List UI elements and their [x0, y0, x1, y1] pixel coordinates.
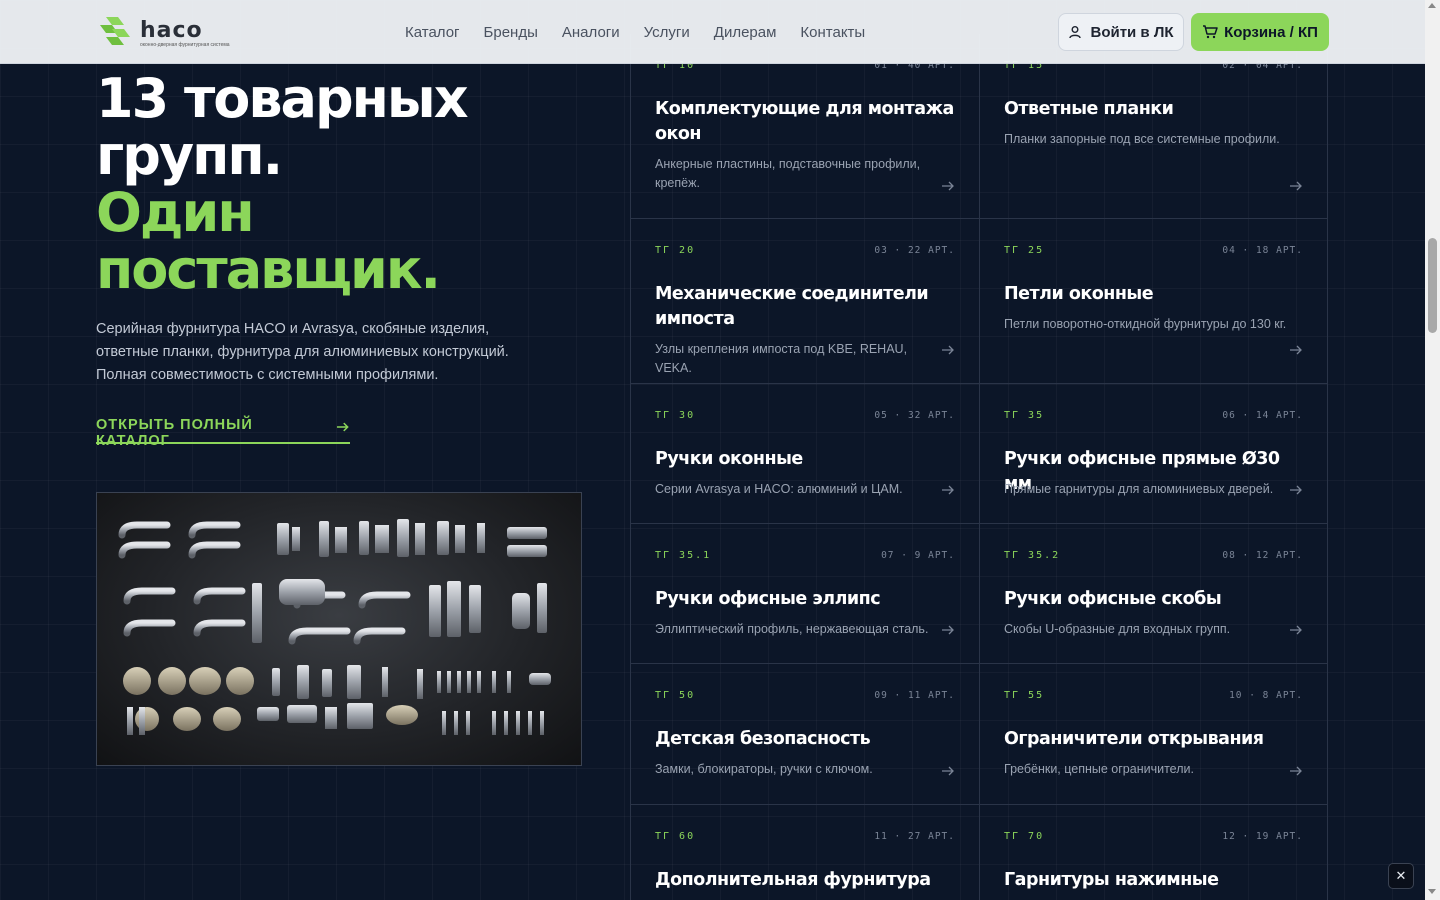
product-description: Планки запорные под все системные профил…: [1004, 132, 1280, 146]
login-label: Войти в ЛК: [1090, 23, 1174, 41]
logo-icon: [100, 17, 130, 45]
cart-button[interactable]: Корзина / КП: [1191, 13, 1329, 51]
page-scrollbar[interactable]: [1425, 0, 1440, 900]
product-code: ТГ 60: [655, 831, 696, 842]
product-code: ТГ 50: [655, 690, 696, 701]
product-title: Комплектующие для монтажа окон: [655, 99, 954, 144]
product-code: ТГ 20: [655, 245, 696, 256]
product-meta: 06 · 14 АРТ.: [1222, 410, 1303, 421]
product-title: Ручки офисные эллипс: [655, 589, 881, 609]
product-meta: 07 · 9 АРТ.: [881, 550, 955, 561]
product-title: Ограничители открывания: [1004, 729, 1264, 749]
main-nav: Каталог Бренды Аналоги Услуги Дилерам Ко…: [405, 0, 865, 64]
product-description: Анкерные пластины, подставочные профили,…: [655, 157, 921, 190]
logo-subtitle: оконно-дверная фурнитурная система: [140, 42, 230, 48]
arrow-right-icon[interactable]: [941, 764, 955, 778]
product-meta: 10 · 8 АРТ.: [1229, 690, 1303, 701]
product-description: Серии Avrasya и HACO: алюминий и ЦАМ.: [655, 482, 903, 496]
site-header: haco оконно-дверная фурнитурная система …: [0, 0, 1425, 64]
product-code: ТГ 25: [1004, 245, 1045, 256]
cart-icon: [1203, 25, 1218, 39]
cart-label: Корзина / КП: [1224, 23, 1318, 41]
arrow-right-icon[interactable]: [941, 623, 955, 637]
nav-dealers[interactable]: Дилерам: [714, 24, 777, 41]
close-icon: ✕: [1395, 868, 1407, 883]
hardware-product-image: [96, 492, 582, 766]
hero-title: 13 товарных групп. Один поставщик.: [96, 70, 616, 298]
product-title: Механические соединители импоста: [655, 284, 929, 329]
product-meta: 03 · 22 АРТ.: [874, 245, 955, 256]
user-icon: [1069, 26, 1082, 39]
product-meta: 08 · 12 АРТ.: [1222, 550, 1303, 561]
hero-title-line2: групп.: [96, 124, 283, 187]
product-code: ТГ 35: [1004, 410, 1045, 421]
product-description: Замки, блокираторы, ручки с ключом.: [655, 762, 873, 776]
nav-services[interactable]: Услуги: [644, 24, 690, 41]
nav-analogs[interactable]: Аналоги: [562, 24, 620, 41]
product-card-tg70[interactable]: ТГ 70 12 · 19 АРТ. Гарнитуры нажимные: [979, 805, 1328, 900]
product-description: Петли поворотно-откидной фурнитуры до 13…: [1004, 317, 1287, 331]
product-code: ТГ 30: [655, 410, 696, 421]
logo[interactable]: haco оконно-дверная фурнитурная система: [98, 15, 230, 49]
product-title: Дополнительная фурнитура: [655, 870, 931, 890]
product-card-tg35-1[interactable]: ТГ 35.1 07 · 9 АРТ. Ручки офисные эллипс…: [630, 524, 979, 664]
hero-title-line1: 13 товарных: [96, 67, 469, 130]
product-title: Ответные планки: [1004, 99, 1174, 119]
arrow-right-icon[interactable]: [1289, 623, 1303, 637]
nav-contacts[interactable]: Контакты: [800, 24, 865, 41]
open-catalog-link[interactable]: ОТКРЫТЬ ПОЛНЫЙ КАТАЛОГ: [96, 417, 350, 449]
product-title: Петли оконные: [1004, 284, 1154, 304]
product-code: ТГ 35.1: [655, 550, 712, 561]
product-code: ТГ 55: [1004, 690, 1045, 701]
product-meta: 09 · 11 АРТ.: [874, 690, 955, 701]
arrow-right-icon[interactable]: [1289, 343, 1303, 357]
scroll-up-icon[interactable]: [1428, 3, 1436, 8]
product-description: Эллиптический профиль, нержавеющая сталь…: [655, 622, 929, 636]
product-title: Гарнитуры нажимные: [1004, 870, 1219, 890]
product-description: Прямые гарнитуры для алюминиевых дверей.: [1004, 482, 1274, 496]
product-title: Детская безопасность: [655, 729, 871, 749]
product-card-tg35[interactable]: ТГ 35 06 · 14 АРТ. Ручки офисные прямые …: [979, 384, 1328, 524]
scroll-down-icon[interactable]: [1428, 889, 1436, 894]
nav-brands[interactable]: Бренды: [484, 24, 538, 41]
hardware-collection-illustration: [118, 519, 551, 735]
product-meta: 04 · 18 АРТ.: [1222, 245, 1303, 256]
product-card-tg55[interactable]: ТГ 55 10 · 8 АРТ. Ограничители открывани…: [979, 664, 1328, 805]
login-button[interactable]: Войти в ЛК: [1058, 13, 1184, 51]
product-meta: 11 · 27 АРТ.: [874, 831, 955, 842]
product-meta: 12 · 19 АРТ.: [1222, 831, 1303, 842]
open-catalog-label: ОТКРЫТЬ ПОЛНЫЙ КАТАЛОГ: [96, 417, 253, 449]
product-title: Ручки офисные скобы: [1004, 589, 1222, 609]
close-button[interactable]: ✕: [1388, 863, 1414, 889]
product-meta: 05 · 32 АРТ.: [874, 410, 955, 421]
logo-text: haco: [140, 18, 203, 43]
arrow-right-icon[interactable]: [941, 483, 955, 497]
hero-description: Серийная фурнитура HACO и Avrasya, скобя…: [96, 321, 509, 383]
arrow-right-icon[interactable]: [1289, 179, 1303, 193]
hero-accent-line2: поставщик.: [96, 238, 441, 301]
scroll-thumb[interactable]: [1428, 238, 1437, 333]
product-card-tg35-2[interactable]: ТГ 35.2 08 · 12 АРТ. Ручки офисные скобы…: [979, 524, 1328, 664]
product-description: Скобы U-образные для входных групп.: [1004, 622, 1231, 636]
product-title: Ручки оконные: [655, 449, 803, 469]
arrow-right-icon[interactable]: [941, 343, 955, 357]
arrow-right-icon[interactable]: [1289, 764, 1303, 778]
product-description: Узлы крепления импоста под KBE, REHAU, V…: [655, 342, 908, 375]
nav-catalog[interactable]: Каталог: [405, 24, 460, 41]
product-description: Гребёнки, цепные ограничители.: [1004, 762, 1194, 776]
arrow-right-icon: [337, 422, 350, 432]
hero-accent-line1: Один: [96, 181, 255, 244]
product-code: ТГ 70: [1004, 831, 1045, 842]
product-card-tg50[interactable]: ТГ 50 09 · 11 АРТ. Детская безопасность …: [630, 664, 979, 805]
product-code: ТГ 35.2: [1004, 550, 1061, 561]
product-card-tg30[interactable]: ТГ 30 05 · 32 АРТ. Ручки оконные Серии A…: [630, 384, 979, 524]
product-card-tg20[interactable]: ТГ 20 03 · 22 АРТ. Механические соединит…: [630, 219, 979, 384]
product-card-tg25[interactable]: ТГ 25 04 · 18 АРТ. Петли оконные Петли п…: [979, 219, 1328, 384]
product-card-tg60[interactable]: ТГ 60 11 · 27 АРТ. Дополнительная фурнит…: [630, 805, 979, 900]
arrow-right-icon[interactable]: [1289, 483, 1303, 497]
arrow-right-icon[interactable]: [941, 179, 955, 193]
